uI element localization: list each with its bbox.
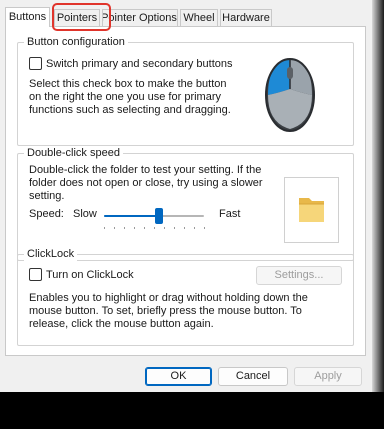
slider-tick [174,227,175,229]
mouse-properties-window: Buttons Pointers Pointer Options Wheel H… [0,0,372,392]
test-folder-area[interactable] [284,177,339,243]
clicklock-group: ClickLock Turn on ClickLock Settings... … [17,247,354,346]
clicklock-description: Enables you to highlight or drag without… [29,292,308,330]
cancel-button[interactable]: Cancel [218,367,288,386]
tab-wheel[interactable]: Wheel [180,9,218,26]
button-configuration-group: Button configuration Switch primary and … [17,35,354,146]
button-configuration-legend: Button configuration [24,35,128,49]
slider-thumb[interactable] [155,208,163,224]
slider-tick [204,227,205,229]
tab-highlight-annotation [52,3,111,31]
tab-buttons[interactable]: Buttons [5,7,50,27]
turn-on-clicklock-checkbox[interactable] [29,268,42,281]
switch-buttons-row[interactable]: Switch primary and secondary buttons [29,57,232,70]
slider-tick [144,227,145,229]
slow-label: Slow [73,208,97,220]
tab-hardware[interactable]: Hardware [220,9,272,26]
fast-label: Fast [219,208,241,220]
slider-tick [164,227,165,229]
window-edge-shadow [372,0,384,392]
double-click-speed-legend: Double-click speed [24,146,123,160]
slider-ticks [104,227,205,230]
folder-icon [299,198,324,222]
clicklock-settings-button[interactable]: Settings... [256,266,342,285]
double-click-speed-slider[interactable] [104,215,204,217]
slider-tick [104,227,105,229]
tab-pointer-options[interactable]: Pointer Options [102,9,178,26]
slider-tick [124,227,125,229]
slider-tick [154,227,155,229]
turn-on-clicklock-label: Turn on ClickLock [46,268,134,281]
ok-button[interactable]: OK [145,367,212,386]
mouse-icon [265,58,315,132]
apply-button[interactable]: Apply [294,367,362,386]
slider-tick [134,227,135,229]
slider-tick [184,227,185,229]
clicklock-legend: ClickLock [24,247,78,261]
slider-tick [114,227,115,229]
double-click-speed-group: Double-click speed Double-click the fold… [17,146,354,261]
mouse-image [250,49,330,135]
speed-label: Speed: [29,208,64,220]
slider-tick [194,227,195,229]
turn-on-clicklock-row[interactable]: Turn on ClickLock [29,268,134,281]
switch-buttons-checkbox[interactable] [29,57,42,70]
switch-buttons-label: Switch primary and secondary buttons [46,57,233,70]
slider-fill [104,215,159,217]
double-click-description: Double-click the folder to test your set… [29,164,263,202]
tab-panel-buttons: Button configuration Switch primary and … [5,26,366,356]
button-configuration-description: Select this check box to make the button… [29,78,231,116]
